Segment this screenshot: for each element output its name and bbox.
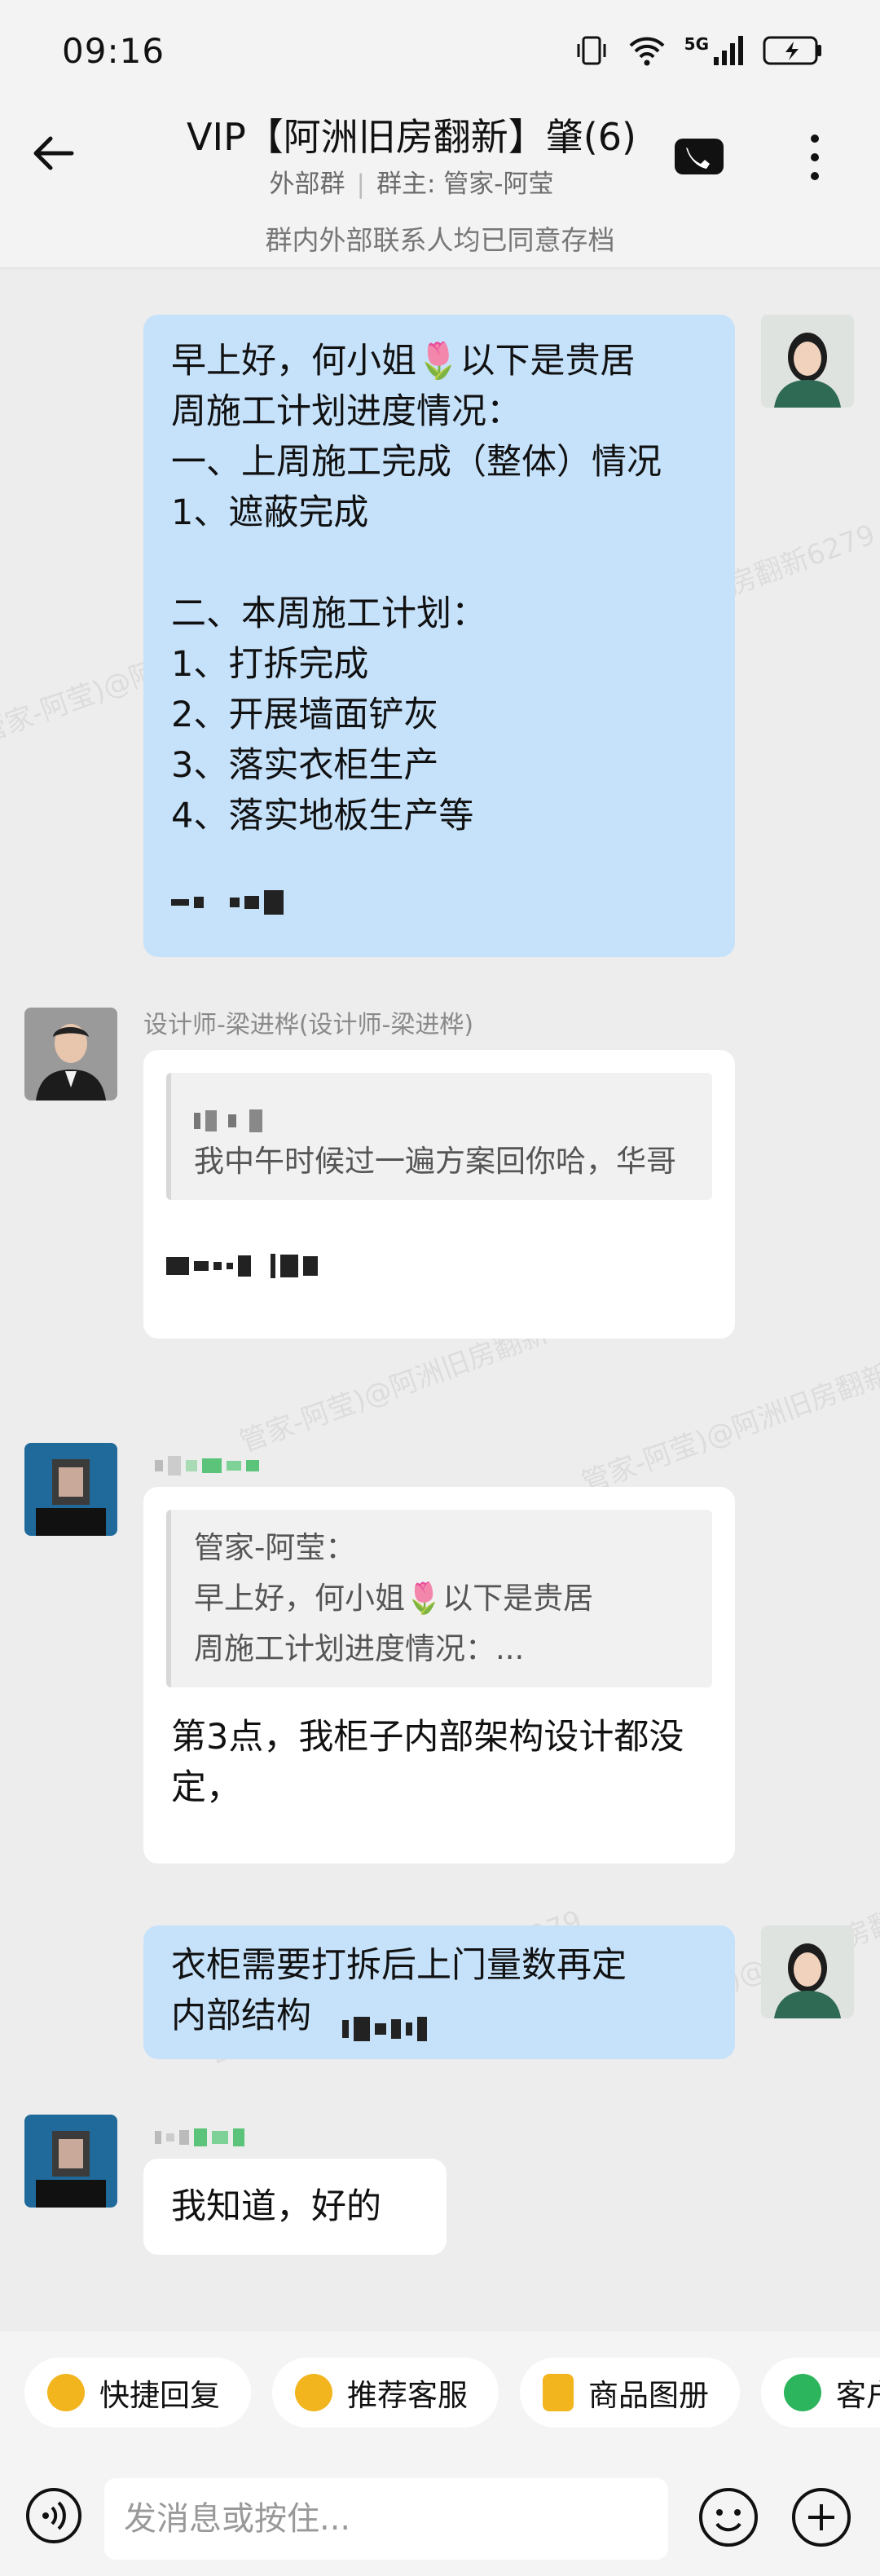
message-list[interactable]: 管家-阿莹)@阿洲旧房翻新6279 管家-阿莹)@阿洲旧房翻新6279 管家-阿… bbox=[0, 269, 880, 2331]
recommend-service-label: 推荐客服 bbox=[347, 2378, 468, 2413]
battery-icon bbox=[763, 36, 821, 65]
message-line bbox=[171, 538, 707, 589]
wifi-icon bbox=[629, 37, 665, 66]
message-line: 4、落实地板生产等 bbox=[171, 796, 474, 836]
chat-header: VIP【阿洲旧房翻新】肇(6) 外部群 | 群主: 管家-阿莹 bbox=[0, 98, 880, 212]
message-line: 3、落实衣柜生产 bbox=[171, 745, 439, 786]
product-album-label: 商品图册 bbox=[588, 2378, 709, 2413]
watermark: 管家-阿莹)@阿洲旧房翻新6279 bbox=[578, 1333, 880, 1500]
person-icon bbox=[784, 2374, 821, 2411]
client-avatar[interactable] bbox=[24, 1443, 117, 1536]
signal-icon bbox=[714, 36, 743, 65]
vibrate-icon bbox=[577, 36, 606, 65]
product-album-button[interactable]: 商品图册 bbox=[520, 2358, 740, 2428]
group-type: 外部群 bbox=[269, 170, 345, 199]
group-owner: 群主: 管家-阿莹 bbox=[376, 170, 554, 199]
message-bubble-incoming[interactable]: 管家-阿莹： 早上好，何小姐🌷以下是贵居 周施工计划进度情况：... 第3点，我… bbox=[143, 1487, 735, 1864]
chat-bubble-icon bbox=[295, 2374, 332, 2411]
my-avatar[interactable] bbox=[761, 1925, 854, 2018]
client-avatar[interactable] bbox=[24, 2115, 117, 2208]
message-line: 早上好，何小姐🌷以下是贵居 bbox=[171, 341, 636, 382]
quoted-message[interactable]: 我中午时候过一遍方案回你哈，华哥 bbox=[166, 1073, 712, 1200]
quick-reply-button[interactable]: 快捷回复 bbox=[24, 2358, 251, 2428]
quick-action-bar: 快捷回复 推荐客服 商品图册 客户 bbox=[0, 2331, 880, 2454]
message-bubble-incoming[interactable]: 我知道，好的 bbox=[143, 2159, 447, 2255]
pixelated-text bbox=[341, 2002, 432, 2041]
my-avatar[interactable] bbox=[761, 315, 854, 408]
quick-reply-label: 快捷回复 bbox=[99, 2378, 220, 2413]
message-bubble-outgoing[interactable]: 早上好，何小姐🌷以下是贵居 周施工计划进度情况： 一、上周施工完成（整体）情况 … bbox=[143, 315, 735, 957]
customer-label: 客户 bbox=[836, 2378, 880, 2413]
emoji-icon[interactable] bbox=[697, 2486, 759, 2548]
message-line: 二、本周施工计划： bbox=[171, 593, 486, 634]
chat-title: VIP【阿洲旧房翻新】肇(6) bbox=[187, 115, 636, 159]
plus-icon[interactable] bbox=[790, 2486, 852, 2548]
pixelated-text bbox=[166, 1239, 323, 1278]
clock: 09:16 bbox=[62, 31, 165, 71]
chat-subtitle: 外部群 | 群主: 管家-阿莹 bbox=[269, 170, 554, 199]
more-options-icon[interactable] bbox=[799, 129, 831, 186]
message-input[interactable]: 发消息或按住... bbox=[104, 2478, 668, 2560]
recommend-service-button[interactable]: 推荐客服 bbox=[272, 2358, 499, 2428]
message-line: 1、遮蔽完成 bbox=[171, 492, 369, 533]
message-line: 1、打拆完成 bbox=[171, 644, 369, 685]
network-type: 5G bbox=[684, 34, 709, 54]
video-call-icon[interactable] bbox=[673, 132, 725, 181]
back-arrow-icon[interactable] bbox=[29, 129, 78, 178]
message-bubble-outgoing[interactable]: 衣柜需要打拆后上门量数再定 内部结构 bbox=[143, 1925, 735, 2059]
quoted-text: 我中午时候过一遍方案回你哈，华哥 bbox=[194, 1144, 676, 1179]
quoted-text: 周施工计划进度情况：... bbox=[194, 1631, 525, 1666]
sender-name-pixelated bbox=[155, 2121, 249, 2150]
customer-button[interactable]: 客户 bbox=[761, 2358, 880, 2428]
voice-input-icon[interactable] bbox=[24, 2486, 83, 2545]
message-line: 2、开展墙面铲灰 bbox=[171, 695, 439, 735]
sender-name: 设计师-梁进桦(设计师-梁进桦) bbox=[143, 1011, 474, 1039]
quoted-text: 早上好，何小姐🌷以下是贵居 bbox=[194, 1581, 594, 1616]
quoted-message[interactable]: 管家-阿莹： 早上好，何小姐🌷以下是贵居 周施工计划进度情况：... bbox=[166, 1510, 712, 1687]
designer-avatar[interactable] bbox=[24, 1008, 117, 1101]
status-bar: 09:16 5G bbox=[0, 0, 880, 98]
message-line: 内部结构 bbox=[171, 1996, 311, 2036]
input-bar: 发消息或按住... bbox=[0, 2454, 880, 2576]
archive-notice: 群内外部联系人均已同意存档 bbox=[0, 212, 880, 269]
pixelated-text bbox=[194, 1095, 267, 1132]
message-line: 衣柜需要打拆后上门量数再定 bbox=[171, 1945, 627, 1986]
pixelated-text bbox=[171, 876, 288, 915]
message-line: 一、上周施工完成（整体）情况 bbox=[171, 442, 662, 483]
status-icons: 5G bbox=[574, 33, 823, 68]
message-text: 我知道，好的 bbox=[171, 2186, 381, 2227]
quick-reply-icon bbox=[47, 2374, 85, 2411]
message-line: 周施工计划进度情况： bbox=[171, 391, 521, 432]
sender-name-pixelated bbox=[155, 1449, 264, 1479]
message-bubble-incoming[interactable]: 我中午时候过一遍方案回你哈，华哥 bbox=[143, 1050, 735, 1339]
document-icon bbox=[543, 2374, 574, 2411]
message-text: 第3点，我柜子内部架构设计都没定， bbox=[171, 1717, 684, 1808]
quoted-sender: 管家-阿莹： bbox=[194, 1530, 356, 1565]
